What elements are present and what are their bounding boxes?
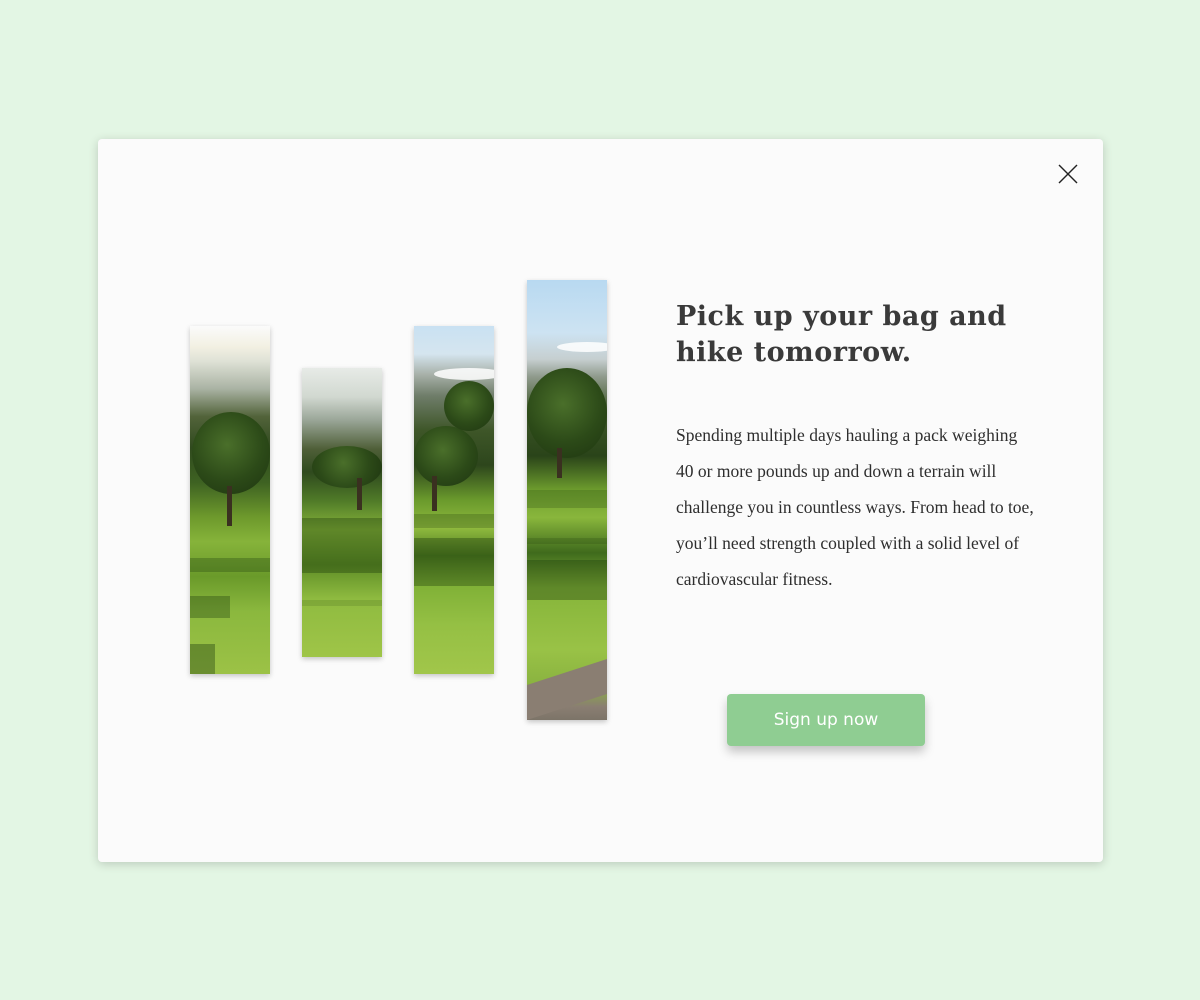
close-button[interactable] xyxy=(1055,161,1081,187)
landscape-image-strip-4 xyxy=(527,280,607,720)
modal-headline: Pick up your bag and hike tomorrow. xyxy=(676,301,1007,368)
signup-modal: Pick up your bag and hike tomorrow. Spen… xyxy=(98,139,1103,862)
landscape-image-strip-3 xyxy=(414,326,494,674)
landscape-image-strip-2 xyxy=(302,368,382,657)
sign-up-button[interactable]: Sign up now xyxy=(727,694,925,746)
landscape-image-strip-1 xyxy=(190,326,270,674)
modal-description: Spending multiple days hauling a pack we… xyxy=(676,425,1034,589)
close-icon xyxy=(1058,164,1078,184)
